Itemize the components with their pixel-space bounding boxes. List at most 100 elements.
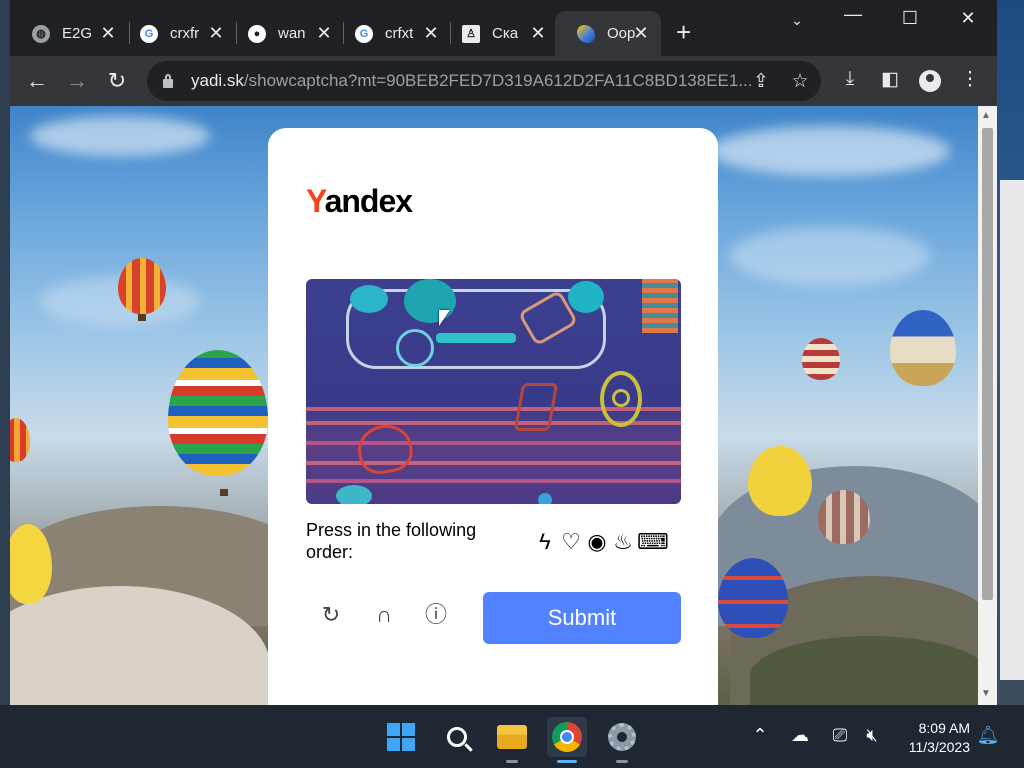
hot-air-balloon bbox=[748, 446, 812, 516]
close-icon[interactable]: ✕ bbox=[98, 23, 118, 44]
clock-date: 11/3/2023 bbox=[908, 739, 970, 755]
image-stripe bbox=[306, 479, 681, 483]
menu-icon[interactable]: ⋮ bbox=[957, 68, 983, 91]
tab-search-button[interactable]: ⌄ bbox=[777, 12, 817, 29]
minimize-button[interactable]: — bbox=[833, 4, 873, 25]
close-window-button[interactable]: ✕ bbox=[948, 8, 988, 29]
url-path: /showcaptcha?mt=90BEB2FED7D319A612D2FA11… bbox=[243, 71, 751, 90]
tab-1[interactable]: ◍ E2G ✕ bbox=[10, 11, 128, 56]
chrome-icon[interactable] bbox=[547, 717, 587, 763]
flame-icon: ♨ bbox=[613, 529, 633, 554]
yandex-disk-icon bbox=[577, 24, 595, 43]
refresh-icon[interactable]: ↻ bbox=[316, 600, 346, 630]
scroll-up-arrow-icon[interactable]: ▲ bbox=[981, 110, 991, 121]
keyboard-icon: ⌨ bbox=[637, 529, 669, 554]
vertical-scrollbar[interactable]: ▲ ▼ bbox=[978, 106, 997, 705]
logo-text: andex bbox=[324, 183, 413, 219]
background-window-edge bbox=[1000, 180, 1024, 680]
back-button[interactable]: ← bbox=[22, 66, 52, 96]
download-icon[interactable]: ⤓ bbox=[837, 68, 863, 90]
tab-3[interactable]: ● wan ✕ bbox=[226, 11, 344, 56]
close-icon[interactable]: ✕ bbox=[206, 23, 226, 44]
windows-taskbar: ⌃ ☁ ⎚ 🔇︎ 8:09 AM 11/3/2023 🔔︎ bbox=[0, 705, 1024, 768]
hot-air-balloon bbox=[118, 258, 166, 314]
bookmark-star-icon[interactable]: ☆ bbox=[788, 70, 812, 93]
address-bar[interactable]: yadi.sk/showcaptcha?mt=90BEB2FED7D319A61… bbox=[147, 61, 821, 101]
balloon-basket bbox=[220, 489, 228, 496]
desktop-background-right bbox=[997, 0, 1024, 705]
file-explorer-icon[interactable] bbox=[492, 717, 532, 763]
image-blob bbox=[336, 485, 372, 504]
tab-6-active[interactable]: Oop ✕ bbox=[555, 11, 661, 56]
new-tab-button[interactable]: + bbox=[676, 17, 691, 47]
share-icon[interactable]: ⇪ bbox=[749, 70, 773, 93]
hot-air-balloon bbox=[168, 350, 268, 476]
audio-captcha-icon[interactable]: ∩ bbox=[369, 600, 399, 630]
maximize-button[interactable]: ☐ bbox=[890, 8, 930, 29]
balloon-basket bbox=[138, 314, 146, 321]
captcha-image[interactable] bbox=[306, 279, 681, 504]
cloud bbox=[710, 126, 950, 176]
counter-strike-icon: ♙ bbox=[462, 24, 480, 43]
close-icon[interactable]: ✕ bbox=[314, 23, 334, 44]
google-icon: G bbox=[140, 24, 158, 43]
settings-icon[interactable] bbox=[602, 717, 642, 763]
mouse-cursor-icon bbox=[439, 310, 450, 326]
globe-icon: ◍ bbox=[32, 24, 50, 43]
volume-muted-icon[interactable]: 🔇︎ bbox=[860, 725, 884, 746]
scroll-down-arrow-icon[interactable]: ▼ bbox=[981, 688, 991, 699]
running-indicator bbox=[506, 760, 518, 763]
search-icon[interactable] bbox=[437, 717, 477, 757]
scrollbar-thumb[interactable] bbox=[982, 128, 993, 600]
captcha-instruction: Press in the following order: bbox=[306, 520, 477, 562]
image-blob bbox=[350, 285, 388, 313]
onedrive-cloud-icon[interactable]: ☁ bbox=[788, 725, 812, 746]
tab-title: crxfr bbox=[170, 25, 200, 42]
browser-toolbar: ← → ↻ yadi.sk/showcaptcha?mt=90BEB2FED7D… bbox=[10, 56, 997, 106]
eye-icon: ◉ bbox=[587, 529, 607, 554]
lock-icon[interactable] bbox=[161, 73, 175, 89]
hot-air-balloon bbox=[890, 310, 956, 386]
captcha-card: Yandex Press in the following order: ϟ ♡… bbox=[268, 128, 718, 705]
tab-4[interactable]: G crfxt ✕ bbox=[333, 11, 451, 56]
close-icon[interactable]: ✕ bbox=[421, 23, 441, 44]
forward-button[interactable]: → bbox=[62, 66, 92, 96]
submit-button[interactable]: Submit bbox=[483, 592, 681, 644]
cloud bbox=[30, 116, 210, 156]
image-blob bbox=[568, 281, 604, 313]
notification-bell-icon[interactable]: 🔔︎ bbox=[976, 725, 1000, 746]
lightning-icon: ϟ bbox=[539, 529, 551, 554]
desktop-background-left bbox=[0, 0, 10, 705]
heart-icon: ♡ bbox=[561, 529, 581, 554]
system-clock[interactable]: 8:09 AM 11/3/2023 bbox=[898, 719, 970, 757]
windows-start-icon[interactable] bbox=[381, 717, 421, 757]
url-domain: yadi.sk bbox=[191, 71, 244, 90]
close-icon[interactable]: ✕ bbox=[631, 23, 651, 44]
chevron-up-icon[interactable]: ⌃ bbox=[748, 725, 772, 746]
clock-shape bbox=[396, 329, 434, 367]
running-indicator bbox=[557, 760, 577, 763]
info-icon[interactable]: ⓘ bbox=[421, 600, 451, 630]
image-blob bbox=[538, 493, 552, 504]
heart-shape bbox=[354, 420, 416, 478]
hot-air-balloon bbox=[10, 418, 30, 462]
running-indicator bbox=[616, 760, 628, 763]
network-icon[interactable]: ⎚ bbox=[828, 725, 852, 746]
url-text[interactable]: yadi.sk/showcaptcha?mt=90BEB2FED7D319A61… bbox=[191, 71, 751, 91]
avatar bbox=[919, 70, 941, 92]
tab-2[interactable]: G crxfr ✕ bbox=[118, 11, 236, 56]
logo-letter-y: Y bbox=[306, 183, 326, 219]
profile-button[interactable] bbox=[919, 70, 945, 92]
close-icon[interactable]: ✕ bbox=[528, 23, 548, 44]
tab-title: crfxt bbox=[385, 25, 414, 42]
hot-air-balloon bbox=[718, 558, 788, 638]
side-panel-icon[interactable]: ◧ bbox=[877, 68, 903, 91]
reload-button[interactable]: ↻ bbox=[102, 66, 132, 96]
google-icon: G bbox=[355, 24, 373, 43]
eye-pupil-shape bbox=[612, 389, 630, 407]
image-bar bbox=[436, 333, 516, 343]
github-icon: ● bbox=[248, 24, 266, 43]
yandex-logo: Yandex bbox=[306, 183, 413, 220]
tab-title: wan bbox=[278, 25, 306, 42]
tab-5[interactable]: ♙ Ска ✕ bbox=[440, 11, 558, 56]
